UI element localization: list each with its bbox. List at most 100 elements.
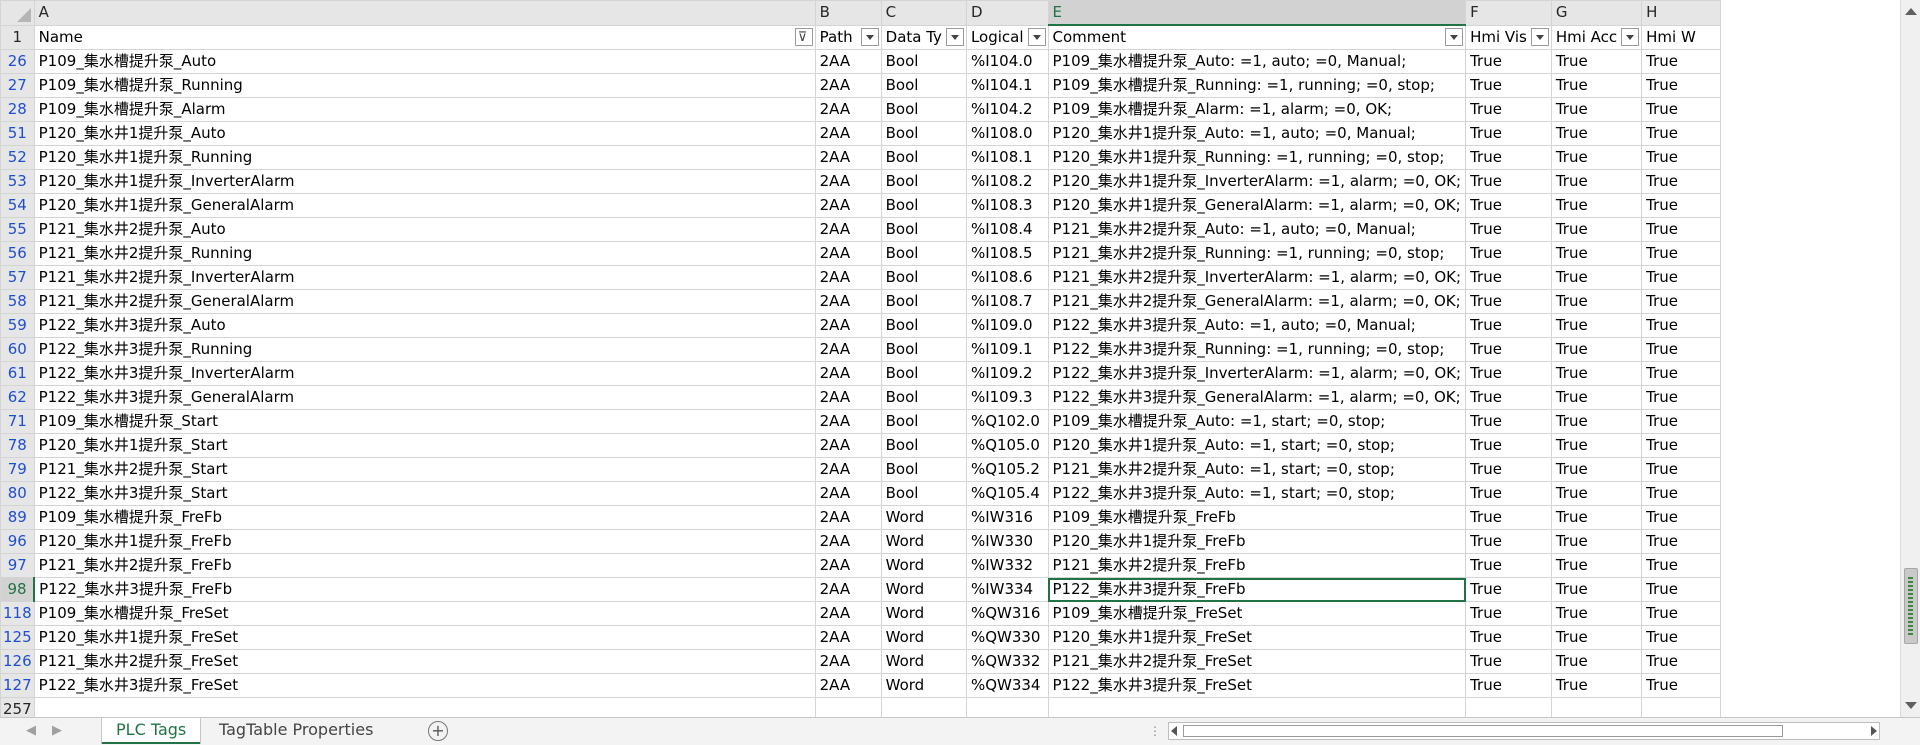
- cell-hmi-visible[interactable]: True: [1465, 241, 1552, 266]
- cell-comment[interactable]: P121_集水井2提升泵_FreFb: [1047, 553, 1467, 578]
- cell-path[interactable]: 2AA: [814, 241, 882, 266]
- column-header-f[interactable]: F: [1465, 0, 1552, 26]
- row-number[interactable]: 98: [0, 577, 36, 602]
- cell-hmi-visible[interactable]: True: [1465, 649, 1552, 674]
- cell-hmi-accessible[interactable]: True: [1550, 361, 1643, 386]
- cell-hmi-writeable[interactable]: True: [1641, 385, 1721, 410]
- cell-comment[interactable]: P121_集水井2提升泵_GeneralAlarm: =1, alarm; =0…: [1047, 289, 1467, 314]
- cell-data-type[interactable]: Bool: [880, 361, 967, 386]
- cell-path[interactable]: 2AA: [814, 193, 882, 218]
- empty-cell[interactable]: [1550, 697, 1643, 717]
- cell-data-type[interactable]: Bool: [880, 241, 967, 266]
- cell-path[interactable]: 2AA: [814, 577, 882, 602]
- cell-data-type[interactable]: Word: [880, 577, 967, 602]
- cell-hmi-accessible[interactable]: True: [1550, 145, 1643, 170]
- row-number[interactable]: 26: [0, 49, 35, 74]
- cell-hmi-accessible[interactable]: True: [1550, 481, 1643, 506]
- cell-path[interactable]: 2AA: [814, 457, 882, 482]
- cell-logical-address[interactable]: %I108.2: [965, 169, 1049, 194]
- column-header-d[interactable]: D: [965, 0, 1049, 26]
- cell-hmi-accessible[interactable]: True: [1550, 625, 1643, 650]
- cell-logical-address[interactable]: %I109.3: [965, 385, 1049, 410]
- row-number[interactable]: 52: [0, 145, 35, 170]
- cell-logical-address[interactable]: %IW330: [965, 529, 1049, 554]
- header-cell-logical-address[interactable]: Logical: [965, 24, 1049, 50]
- header-cell-name[interactable]: Name: [33, 24, 816, 50]
- cell-path[interactable]: 2AA: [814, 601, 882, 626]
- cell-hmi-visible[interactable]: True: [1465, 145, 1552, 170]
- cell-logical-address[interactable]: %I109.1: [965, 337, 1049, 362]
- cell-data-type[interactable]: Word: [880, 505, 967, 530]
- cell-comment[interactable]: P121_集水井2提升泵_Running: =1, running; =0, s…: [1047, 241, 1467, 266]
- cell-name[interactable]: P122_集水井3提升泵_FreSet: [33, 673, 816, 698]
- cell-path[interactable]: 2AA: [814, 505, 882, 530]
- tab-splitter-handle[interactable]: ⋮: [1149, 724, 1161, 738]
- cell-hmi-writeable[interactable]: True: [1641, 553, 1721, 578]
- cell-data-type[interactable]: Word: [880, 553, 967, 578]
- spreadsheet-grid[interactable]: ABCDEFGH 1Name Path Data Ty Logical Comment H…: [0, 0, 1901, 717]
- cell-hmi-writeable[interactable]: True: [1641, 505, 1721, 530]
- row-number[interactable]: 27: [0, 73, 35, 98]
- cell-name[interactable]: P121_集水井2提升泵_FreSet: [33, 649, 816, 674]
- header-cell-comment[interactable]: Comment: [1047, 24, 1467, 50]
- cell-comment[interactable]: P120_集水井1提升泵_FreSet: [1047, 625, 1467, 650]
- scroll-left-icon[interactable]: [1171, 726, 1177, 736]
- cell-comment[interactable]: P121_集水井2提升泵_InverterAlarm: =1, alarm; =…: [1047, 265, 1467, 290]
- cell-hmi-accessible[interactable]: True: [1550, 337, 1643, 362]
- cell-hmi-accessible[interactable]: True: [1550, 169, 1643, 194]
- row-number[interactable]: 78: [0, 433, 35, 458]
- tab-tagtable-properties[interactable]: TagTable Properties: [205, 718, 387, 744]
- cell-path[interactable]: 2AA: [814, 625, 882, 650]
- cell-hmi-visible[interactable]: True: [1465, 481, 1552, 506]
- header-cell-data-type[interactable]: Data Ty: [880, 24, 967, 50]
- cell-name[interactable]: P109_集水槽提升泵_Start: [33, 409, 816, 434]
- row-number[interactable]: 60: [0, 337, 35, 362]
- row-number[interactable]: 96: [0, 529, 35, 554]
- cell-data-type[interactable]: Word: [880, 601, 967, 626]
- cell-logical-address[interactable]: %I108.1: [965, 145, 1049, 170]
- cell-hmi-visible[interactable]: True: [1465, 673, 1552, 698]
- row-number[interactable]: 125: [0, 625, 35, 650]
- cell-name[interactable]: P120_集水井1提升泵_Auto: [33, 121, 816, 146]
- cell-name[interactable]: P121_集水井2提升泵_InverterAlarm: [33, 265, 816, 290]
- cell-name[interactable]: P122_集水井3提升泵_Start: [33, 481, 816, 506]
- cell-hmi-writeable[interactable]: True: [1641, 673, 1721, 698]
- cell-logical-address[interactable]: %I108.4: [965, 217, 1049, 242]
- cell-hmi-visible[interactable]: True: [1465, 433, 1552, 458]
- cell-hmi-writeable[interactable]: True: [1641, 601, 1721, 626]
- cell-hmi-writeable[interactable]: True: [1641, 649, 1721, 674]
- cell-name[interactable]: P109_集水槽提升泵_Running: [33, 73, 816, 98]
- cell-hmi-visible[interactable]: True: [1465, 217, 1552, 242]
- cell-data-type[interactable]: Bool: [880, 481, 967, 506]
- cell-comment[interactable]: P109_集水槽提升泵_FreSet: [1047, 601, 1467, 626]
- cell-hmi-writeable[interactable]: True: [1641, 313, 1721, 338]
- row-number[interactable]: 257: [0, 697, 35, 717]
- cell-hmi-accessible[interactable]: True: [1550, 73, 1643, 98]
- row-number[interactable]: 61: [0, 361, 35, 386]
- cell-data-type[interactable]: Bool: [880, 217, 967, 242]
- column-header-e[interactable]: E: [1047, 0, 1467, 26]
- column-header-h[interactable]: H: [1641, 0, 1721, 26]
- cell-path[interactable]: 2AA: [814, 289, 882, 314]
- cell-hmi-visible[interactable]: True: [1465, 505, 1552, 530]
- tab-scroll-left-icon[interactable]: ◀: [26, 723, 36, 738]
- cell-logical-address[interactable]: %I108.5: [965, 241, 1049, 266]
- cell-hmi-visible[interactable]: True: [1465, 265, 1552, 290]
- cell-data-type[interactable]: Word: [880, 625, 967, 650]
- cell-hmi-accessible[interactable]: True: [1550, 601, 1643, 626]
- cell-hmi-writeable[interactable]: True: [1641, 145, 1721, 170]
- cell-path[interactable]: 2AA: [814, 649, 882, 674]
- empty-cell[interactable]: [814, 697, 882, 717]
- cell-path[interactable]: 2AA: [814, 49, 882, 74]
- cell-comment[interactable]: P120_集水井1提升泵_GeneralAlarm: =1, alarm; =0…: [1047, 193, 1467, 218]
- cell-hmi-writeable[interactable]: True: [1641, 73, 1721, 98]
- column-header-c[interactable]: C: [880, 0, 967, 26]
- empty-cell[interactable]: [965, 697, 1049, 717]
- cell-data-type[interactable]: Bool: [880, 49, 967, 74]
- cell-name[interactable]: P109_集水槽提升泵_FreFb: [33, 505, 816, 530]
- column-header-a[interactable]: A: [33, 0, 816, 26]
- cell-data-type[interactable]: Bool: [880, 409, 967, 434]
- cell-logical-address[interactable]: %Q105.4: [965, 481, 1049, 506]
- cell-hmi-visible[interactable]: True: [1465, 625, 1552, 650]
- cell-path[interactable]: 2AA: [814, 385, 882, 410]
